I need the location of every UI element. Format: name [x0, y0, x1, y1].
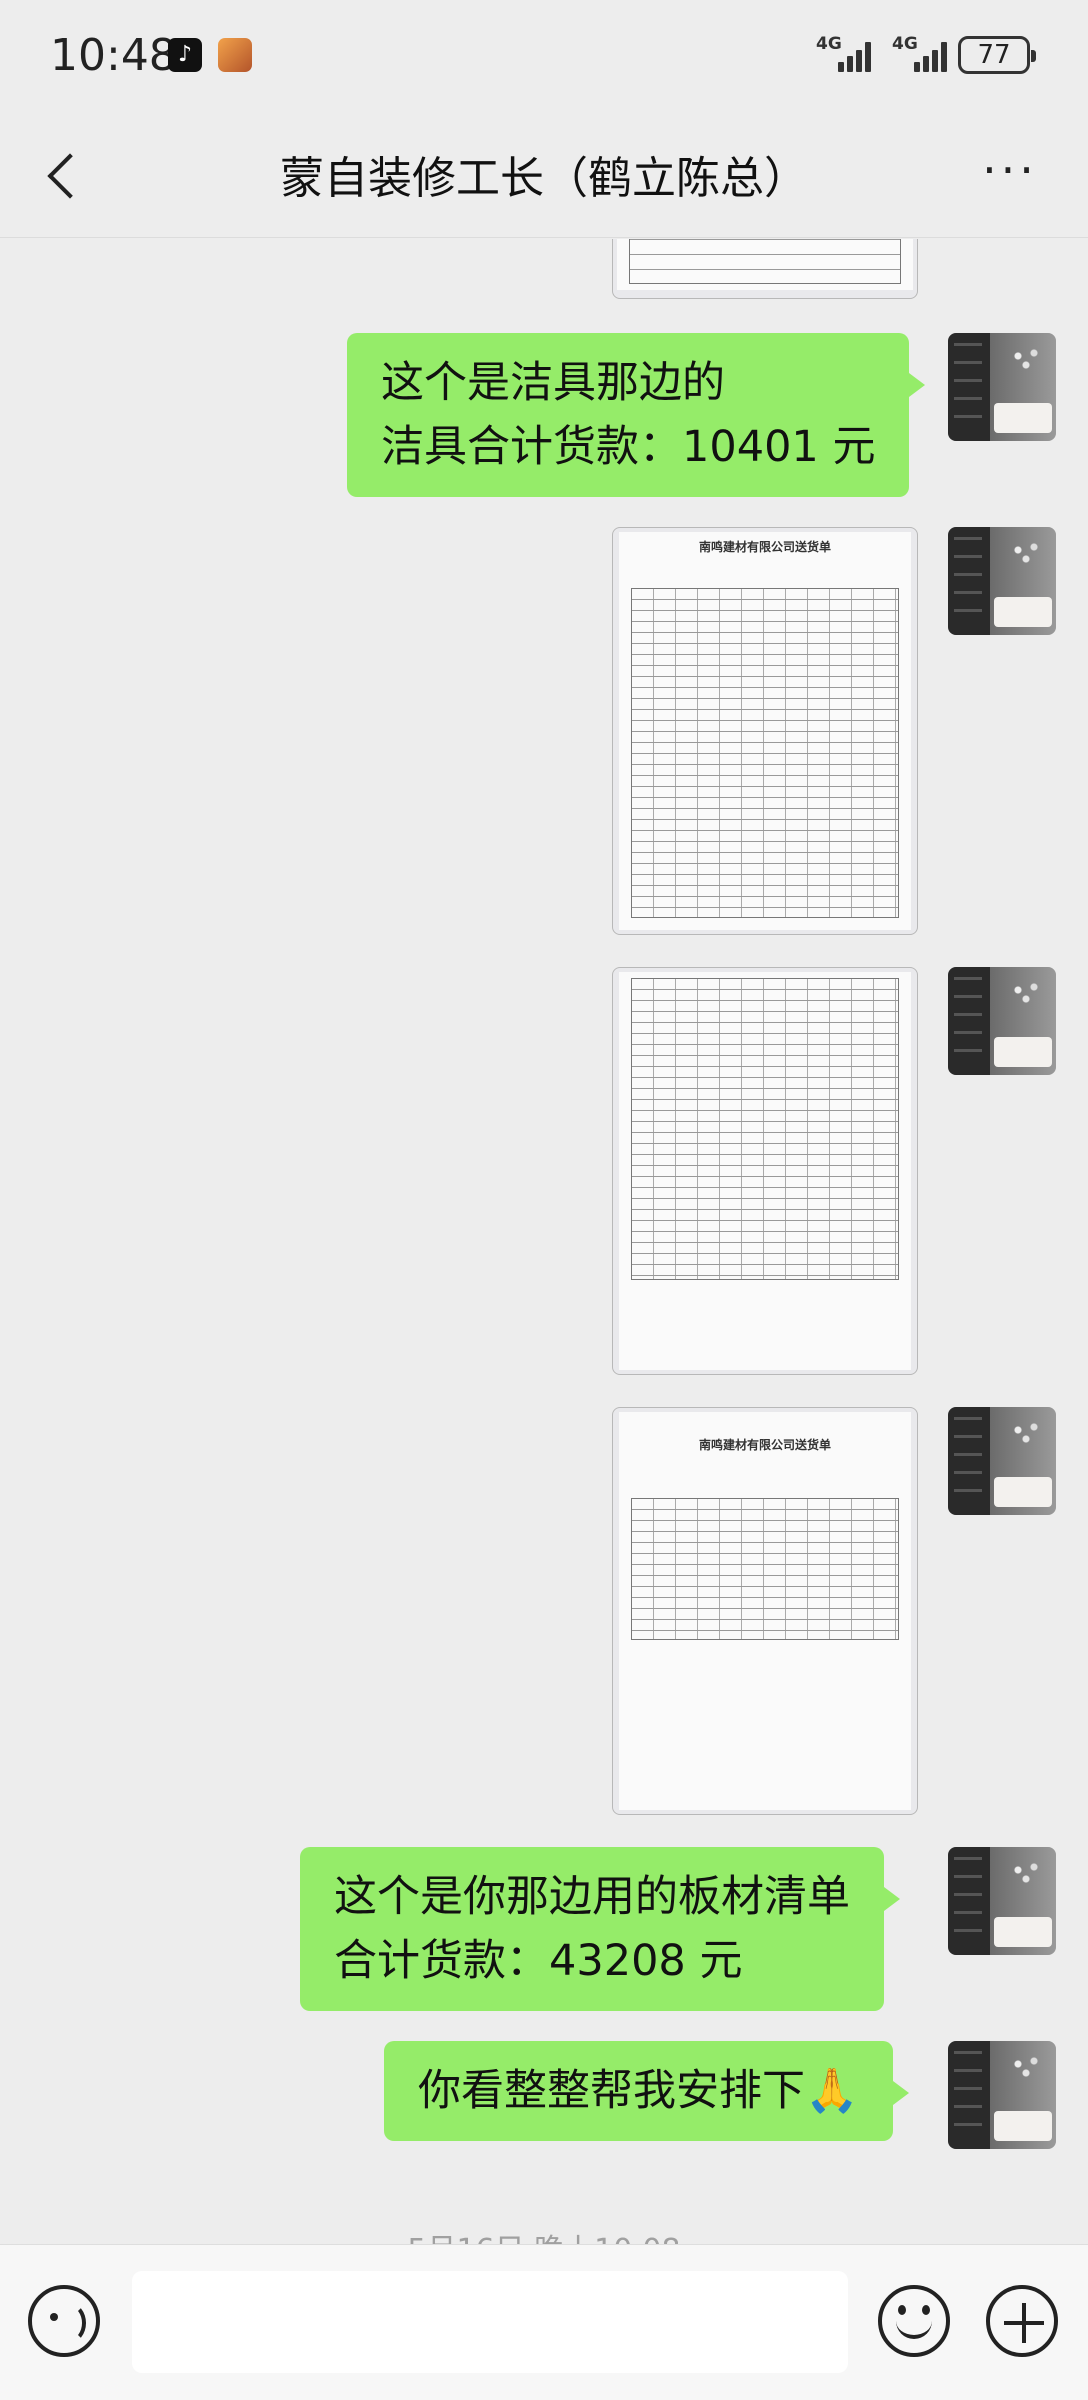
avatar[interactable]	[948, 967, 1056, 1075]
message-text: 这个是洁具那边的	[381, 358, 725, 408]
message-bubble[interactable]: 这个是你那边用的板材清单 合计货款：43208 元	[300, 1847, 900, 2011]
message-input[interactable]	[132, 2271, 848, 2373]
message-text: 这个是你那边用的板材清单	[334, 1872, 850, 1922]
chat-title: 蒙自装修工长（鹤立陈总）	[280, 153, 808, 204]
message-image[interactable]: 南鸣建材有限公司送货单	[612, 527, 918, 935]
status-bar: 10:48 ♪ 4G 4G 77	[0, 0, 1088, 110]
chat-header: 蒙自装修工长（鹤立陈总） ···	[0, 110, 1088, 238]
avatar[interactable]	[948, 527, 1056, 635]
status-time: 10:48	[50, 30, 177, 81]
image-caption: 南鸣建材有限公司送货单	[698, 1438, 831, 1452]
message-image[interactable]: 南鸣建材有限公司送货单	[612, 1407, 918, 1815]
avatar[interactable]	[948, 2041, 1056, 2149]
message-image[interactable]	[612, 967, 918, 1375]
message-bubble[interactable]: 这个是洁具那边的 洁具合计货款：10401 元	[347, 333, 926, 497]
input-bar	[0, 2244, 1088, 2400]
chat-message-list[interactable]: 这个是洁具那边的 洁具合计货款：10401 元 南鸣建材有限公司送货单 南鸣建材…	[0, 239, 1088, 2244]
game-app-icon	[218, 38, 252, 72]
message-bubble[interactable]: 你看整整帮我安排下🙏	[384, 2041, 909, 2141]
emoji-icon[interactable]	[878, 2285, 950, 2357]
voice-icon[interactable]	[28, 2285, 100, 2357]
more-options-button[interactable]: ···	[980, 147, 1040, 200]
avatar[interactable]	[948, 333, 1056, 441]
message-text: 洁具合计货款：10401 元	[381, 422, 876, 472]
tiktok-icon: ♪	[168, 38, 202, 72]
message-text: 你看整整帮我安排下🙏	[418, 2066, 859, 2116]
message-timestamp: 5月16日 晚上10:08	[0, 2225, 1088, 2244]
battery-icon: 77	[958, 36, 1036, 74]
avatar[interactable]	[948, 1847, 1056, 1955]
message-text: 合计货款：43208 元	[334, 1936, 743, 1986]
image-caption: 南鸣建材有限公司送货单	[698, 540, 831, 554]
avatar[interactable]	[948, 1407, 1056, 1515]
message-image[interactable]	[612, 239, 918, 299]
plus-icon[interactable]	[986, 2285, 1058, 2357]
